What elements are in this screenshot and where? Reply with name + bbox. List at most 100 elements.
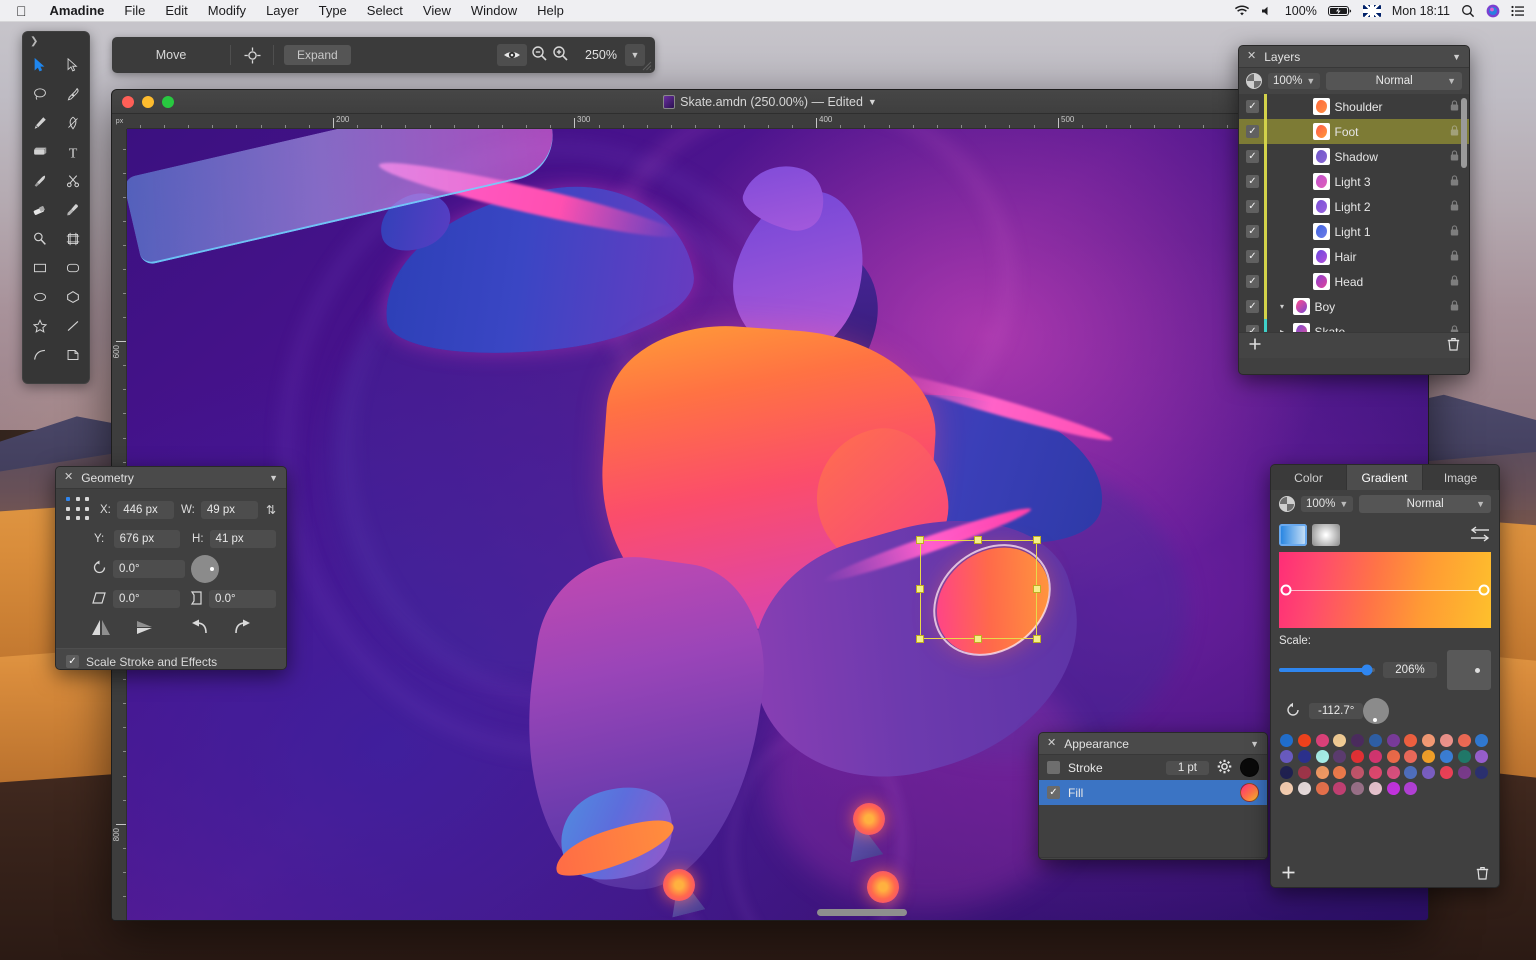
swap-arrows-icon[interactable] [1469,526,1491,545]
rotation-knob[interactable] [191,555,219,583]
color-swatch[interactable] [1298,782,1311,795]
layer-row[interactable]: ✓▾Boy [1239,294,1469,319]
layer-row[interactable]: ✓Shadow [1239,144,1469,169]
color-swatch[interactable] [1422,734,1435,747]
scale-slider[interactable] [1279,668,1375,672]
flip-horizontal-icon[interactable] [90,617,112,640]
line-tool[interactable] [56,311,89,340]
control-center-icon[interactable] [1511,5,1525,17]
battery-charging-icon[interactable] [1328,5,1352,17]
maximize-window-button[interactable] [162,96,174,108]
lock-icon[interactable] [1450,100,1459,114]
layer-row[interactable]: ✓Light 3 [1239,169,1469,194]
selection-handle-ne[interactable] [1033,536,1041,544]
lock-icon[interactable] [1450,325,1459,333]
link-icon[interactable]: ⇅ [266,503,276,517]
menu-item-edit[interactable]: Edit [155,0,197,22]
layer-visibility-checkbox[interactable]: ✓ [1246,250,1259,263]
expand-button[interactable]: Expand [284,45,351,65]
scale-value-field[interactable]: 206% [1383,662,1437,678]
plus-icon[interactable] [1248,337,1262,354]
color-swatch[interactable] [1369,782,1382,795]
color-swatch[interactable] [1280,750,1293,763]
close-icon[interactable]: ✕ [1247,51,1256,62]
layer-visibility-checkbox[interactable]: ✓ [1246,100,1259,113]
eye-icon[interactable] [497,44,527,66]
tab-gradient[interactable]: Gradient [1347,465,1423,490]
menu-item-help[interactable]: Help [527,0,574,22]
color-swatch[interactable] [1458,734,1471,747]
gradient-blend-mode-select[interactable]: Normal ▼ [1359,495,1491,513]
color-swatch[interactable] [1404,750,1417,763]
color-swatch[interactable] [1298,734,1311,747]
star-tool[interactable] [23,311,56,340]
layer-visibility-checkbox[interactable]: ✓ [1246,300,1259,313]
lock-icon[interactable] [1450,275,1459,289]
color-swatch[interactable] [1404,734,1417,747]
layer-visibility-checkbox[interactable]: ✓ [1246,325,1259,332]
layers-scrollbar[interactable] [1461,98,1467,168]
layers-blend-mode-select[interactable]: Normal ▼ [1326,72,1462,90]
menu-item-type[interactable]: Type [309,0,357,22]
uk-flag-icon[interactable] [1363,5,1381,17]
skateboard-wheel-2[interactable] [867,871,899,903]
canvas-horizontal-scrollbar[interactable] [817,909,907,916]
eyedropper-tool[interactable] [56,195,89,224]
selection-bounding-box[interactable] [920,540,1037,639]
color-swatch[interactable] [1387,766,1400,779]
appearance-row-fill[interactable]: ✓ Fill [1039,780,1267,805]
rectangle-tool[interactable] [23,253,56,282]
node-tool[interactable] [56,108,89,137]
x-field[interactable]: 446 px [117,501,174,519]
color-swatch[interactable] [1316,750,1329,763]
layer-row[interactable]: ✓Hair [1239,244,1469,269]
search-icon[interactable] [1461,4,1475,18]
color-swatch[interactable] [1475,766,1488,779]
opacity-icon[interactable] [1279,496,1295,512]
knife-tool[interactable] [23,166,56,195]
plus-icon[interactable] [1281,865,1296,883]
color-swatch[interactable] [1440,750,1453,763]
document-titlebar[interactable]: Skate.amdn (250.00%) — Edited ▼ [112,90,1428,114]
color-swatch[interactable] [1404,766,1417,779]
w-field[interactable]: 49 px [201,501,258,519]
skew-horizontal-field[interactable]: 0.0° [113,590,180,608]
color-swatch[interactable] [1422,750,1435,763]
layer-row[interactable]: ✓Head [1239,269,1469,294]
rounded-rectangle-tool[interactable] [56,253,89,282]
color-swatch[interactable] [1458,750,1471,763]
skateboard-wheel-1[interactable] [853,803,885,835]
color-swatch[interactable] [1351,766,1364,779]
color-swatch[interactable] [1316,782,1329,795]
lock-icon[interactable] [1450,250,1459,264]
color-swatch[interactable] [1280,782,1293,795]
chevron-down-icon[interactable]: ▼ [1452,52,1461,62]
rotate-ccw-icon[interactable] [190,618,210,639]
color-swatch[interactable] [1369,766,1382,779]
close-icon[interactable]: ✕ [1047,738,1056,749]
color-swatch[interactable] [1316,766,1329,779]
tab-color[interactable]: Color [1271,465,1347,490]
color-swatch[interactable] [1387,782,1400,795]
menu-item-app[interactable]: Amadine [40,0,115,22]
text-tool[interactable]: T [56,137,89,166]
layer-row[interactable]: ✓▸Skate [1239,319,1469,332]
shape-builder-tool[interactable] [23,137,56,166]
lock-icon[interactable] [1450,175,1459,189]
color-swatch[interactable] [1387,734,1400,747]
layer-visibility-checkbox[interactable]: ✓ [1246,225,1259,238]
color-swatch[interactable] [1333,766,1346,779]
color-swatch-grid[interactable] [1271,724,1499,795]
selection-handle-sw[interactable] [916,635,924,643]
color-swatch[interactable] [1475,734,1488,747]
menu-clock[interactable]: Mon 18:11 [1392,4,1450,18]
linear-gradient-icon[interactable] [1279,524,1307,546]
zoom-level-value[interactable]: 250% [573,48,617,62]
y-field[interactable]: 676 px [114,530,180,548]
scale-stroke-checkbox[interactable]: ✓ [66,655,79,668]
layer-visibility-checkbox[interactable]: ✓ [1246,150,1259,163]
lock-icon[interactable] [1450,125,1459,139]
wifi-icon[interactable] [1234,5,1250,17]
minimize-window-button[interactable] [142,96,154,108]
selection-handle-nw[interactable] [916,536,924,544]
